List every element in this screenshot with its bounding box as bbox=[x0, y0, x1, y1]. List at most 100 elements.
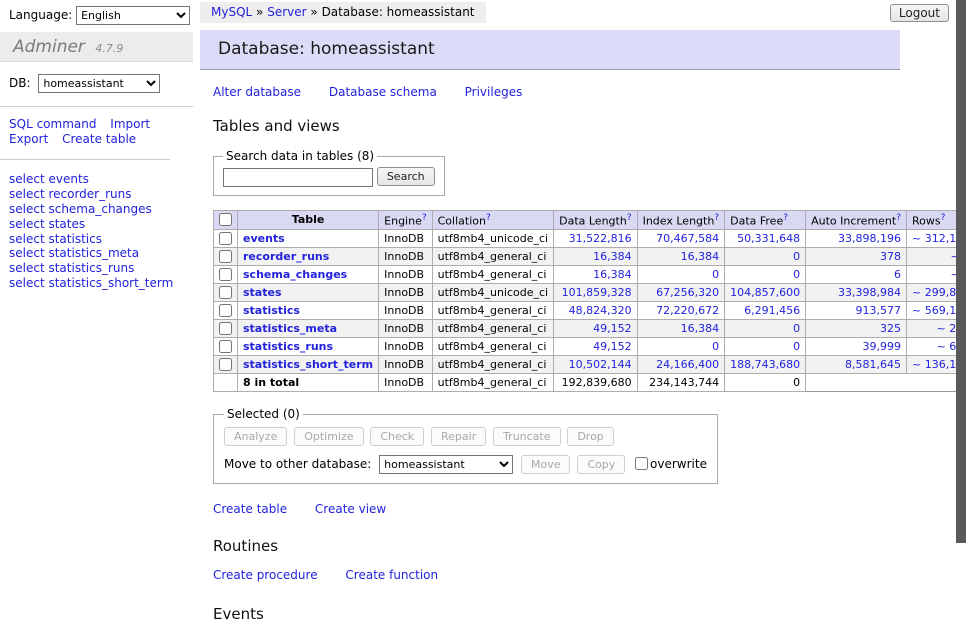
sidebar-item-select-statistics-runs[interactable]: select statistics_runs bbox=[9, 261, 184, 276]
create-function-link[interactable]: Create function bbox=[345, 568, 438, 582]
select-row-checkbox[interactable] bbox=[219, 358, 232, 371]
data-free-link[interactable]: 0 bbox=[793, 250, 800, 263]
overwrite-checkbox[interactable] bbox=[635, 457, 648, 470]
check-button[interactable]: Check bbox=[370, 427, 424, 446]
logout-button[interactable]: Logout bbox=[890, 4, 949, 22]
select-row-checkbox[interactable] bbox=[219, 340, 232, 353]
breadcrumb-separator: » bbox=[310, 5, 317, 19]
index-length-link[interactable]: 0 bbox=[712, 340, 719, 353]
auto-increment-link[interactable]: 325 bbox=[880, 322, 901, 335]
data-length-link[interactable]: 48,824,320 bbox=[569, 304, 632, 317]
table-name-link[interactable]: recorder_runs bbox=[243, 250, 329, 263]
sidebar-item-select-statistics-short-term[interactable]: select statistics_short_term bbox=[9, 276, 184, 291]
alter-database-link[interactable]: Alter database bbox=[213, 85, 301, 99]
select-row-checkbox[interactable] bbox=[219, 268, 232, 281]
select-row-checkbox[interactable] bbox=[219, 286, 232, 299]
table-name-link[interactable]: events bbox=[243, 232, 285, 245]
help-icon[interactable]: ? bbox=[422, 213, 427, 223]
db-select[interactable]: homeassistant bbox=[38, 74, 160, 93]
data-length-link[interactable]: 49,152 bbox=[593, 322, 632, 335]
help-icon[interactable]: ? bbox=[896, 213, 901, 223]
data-free-link[interactable]: 6,291,456 bbox=[744, 304, 800, 317]
create-view-link[interactable]: Create view bbox=[315, 502, 386, 516]
collation-cell: utf8mb4_unicode_ci bbox=[432, 230, 553, 248]
table-name-link[interactable]: schema_changes bbox=[243, 268, 347, 281]
table-name-link[interactable]: states bbox=[243, 286, 282, 299]
data-free-link[interactable]: 0 bbox=[793, 268, 800, 281]
data-free-link[interactable]: 104,857,600 bbox=[730, 286, 800, 299]
auto-increment-link[interactable]: 6 bbox=[894, 268, 901, 281]
table-name-link[interactable]: statistics_short_term bbox=[243, 358, 373, 371]
sidebar-item-select-recorder-runs[interactable]: select recorder_runs bbox=[9, 187, 184, 202]
sidebar-item-select-statistics-meta[interactable]: select statistics_meta bbox=[9, 246, 184, 261]
select-row-checkbox[interactable] bbox=[219, 304, 232, 317]
data-free-link[interactable]: 188,743,680 bbox=[730, 358, 800, 371]
index-length-link[interactable]: 70,467,584 bbox=[656, 232, 719, 245]
auto-increment-link[interactable]: 378 bbox=[880, 250, 901, 263]
data-free-link[interactable]: 50,331,648 bbox=[737, 232, 800, 245]
help-icon[interactable]: ? bbox=[941, 213, 946, 223]
data-length-link[interactable]: 10,502,144 bbox=[569, 358, 632, 371]
sidebar-item-select-states[interactable]: select states bbox=[9, 217, 184, 232]
auto-increment-link[interactable]: 913,577 bbox=[856, 304, 902, 317]
sidebar-item-select-schema-changes[interactable]: select schema_changes bbox=[9, 202, 184, 217]
sidebar-item-select-events[interactable]: select events bbox=[9, 172, 184, 187]
move-database-select[interactable]: homeassistant bbox=[379, 455, 513, 474]
breadcrumb-server-type-link[interactable]: MySQL bbox=[211, 5, 252, 19]
drop-button[interactable]: Drop bbox=[567, 427, 613, 446]
language-select[interactable]: English bbox=[76, 6, 190, 25]
index-length-link[interactable]: 0 bbox=[712, 268, 719, 281]
index-length-link[interactable]: 72,220,672 bbox=[656, 304, 719, 317]
analyze-button[interactable]: Analyze bbox=[224, 427, 287, 446]
optimize-button[interactable]: Optimize bbox=[294, 427, 363, 446]
select-row-checkbox[interactable] bbox=[219, 232, 232, 245]
import-link[interactable]: Import bbox=[110, 117, 150, 131]
search-input[interactable] bbox=[223, 168, 373, 187]
index-length-link[interactable]: 67,256,320 bbox=[656, 286, 719, 299]
data-free-link[interactable]: 0 bbox=[793, 322, 800, 335]
data-length-link[interactable]: 16,384 bbox=[593, 250, 632, 263]
export-link[interactable]: Export bbox=[9, 132, 48, 146]
index-length-link[interactable]: 16,384 bbox=[681, 322, 720, 335]
total-collation: utf8mb4_general_ci bbox=[432, 374, 553, 392]
auto-increment-link[interactable]: 33,898,196 bbox=[838, 232, 901, 245]
create-table-link[interactable]: Create table bbox=[62, 132, 136, 146]
breadcrumb-server-link[interactable]: Server bbox=[267, 5, 306, 19]
auto-increment-link[interactable]: 33,398,984 bbox=[838, 286, 901, 299]
help-icon[interactable]: ? bbox=[714, 213, 719, 223]
search-button[interactable]: Search bbox=[377, 167, 435, 186]
help-icon[interactable]: ? bbox=[783, 213, 788, 223]
index-length-link[interactable]: 16,384 bbox=[681, 250, 720, 263]
create-table-link-main[interactable]: Create table bbox=[213, 502, 287, 516]
data-free-link[interactable]: 0 bbox=[793, 340, 800, 353]
truncate-button[interactable]: Truncate bbox=[493, 427, 560, 446]
vertical-scrollbar[interactable] bbox=[956, 0, 966, 543]
create-procedure-link[interactable]: Create procedure bbox=[213, 568, 318, 582]
privileges-link[interactable]: Privileges bbox=[465, 85, 523, 99]
sidebar-item-select-statistics[interactable]: select statistics bbox=[9, 232, 184, 247]
auto-increment-link[interactable]: 8,581,645 bbox=[845, 358, 901, 371]
data-length-link[interactable]: 101,859,328 bbox=[562, 286, 632, 299]
table-name-link[interactable]: statistics_runs bbox=[243, 340, 333, 353]
table-name-link[interactable]: statistics_meta bbox=[243, 322, 337, 335]
table-name-link[interactable]: statistics bbox=[243, 304, 300, 317]
index-length-link[interactable]: 24,166,400 bbox=[656, 358, 719, 371]
sql-command-link[interactable]: SQL command bbox=[9, 117, 96, 131]
data-length-link[interactable]: 49,152 bbox=[593, 340, 632, 353]
help-icon[interactable]: ? bbox=[627, 213, 632, 223]
auto-increment-link[interactable]: 39,999 bbox=[863, 340, 902, 353]
repair-button[interactable]: Repair bbox=[431, 427, 486, 446]
copy-button[interactable]: Copy bbox=[577, 455, 625, 474]
select-all-checkbox[interactable] bbox=[219, 213, 232, 226]
collation-cell: utf8mb4_general_ci bbox=[432, 248, 553, 266]
data-length-link[interactable]: 16,384 bbox=[593, 268, 632, 281]
collation-cell: utf8mb4_general_ci bbox=[432, 320, 553, 338]
select-row-checkbox[interactable] bbox=[219, 322, 232, 335]
database-schema-link[interactable]: Database schema bbox=[329, 85, 437, 99]
select-row-checkbox[interactable] bbox=[219, 250, 232, 263]
data-length-link[interactable]: 31,522,816 bbox=[569, 232, 632, 245]
help-icon[interactable]: ? bbox=[486, 213, 491, 223]
column-header-index-length: Index Length bbox=[643, 214, 715, 227]
create-links: Create table Create view bbox=[213, 502, 900, 516]
move-button[interactable]: Move bbox=[521, 455, 571, 474]
